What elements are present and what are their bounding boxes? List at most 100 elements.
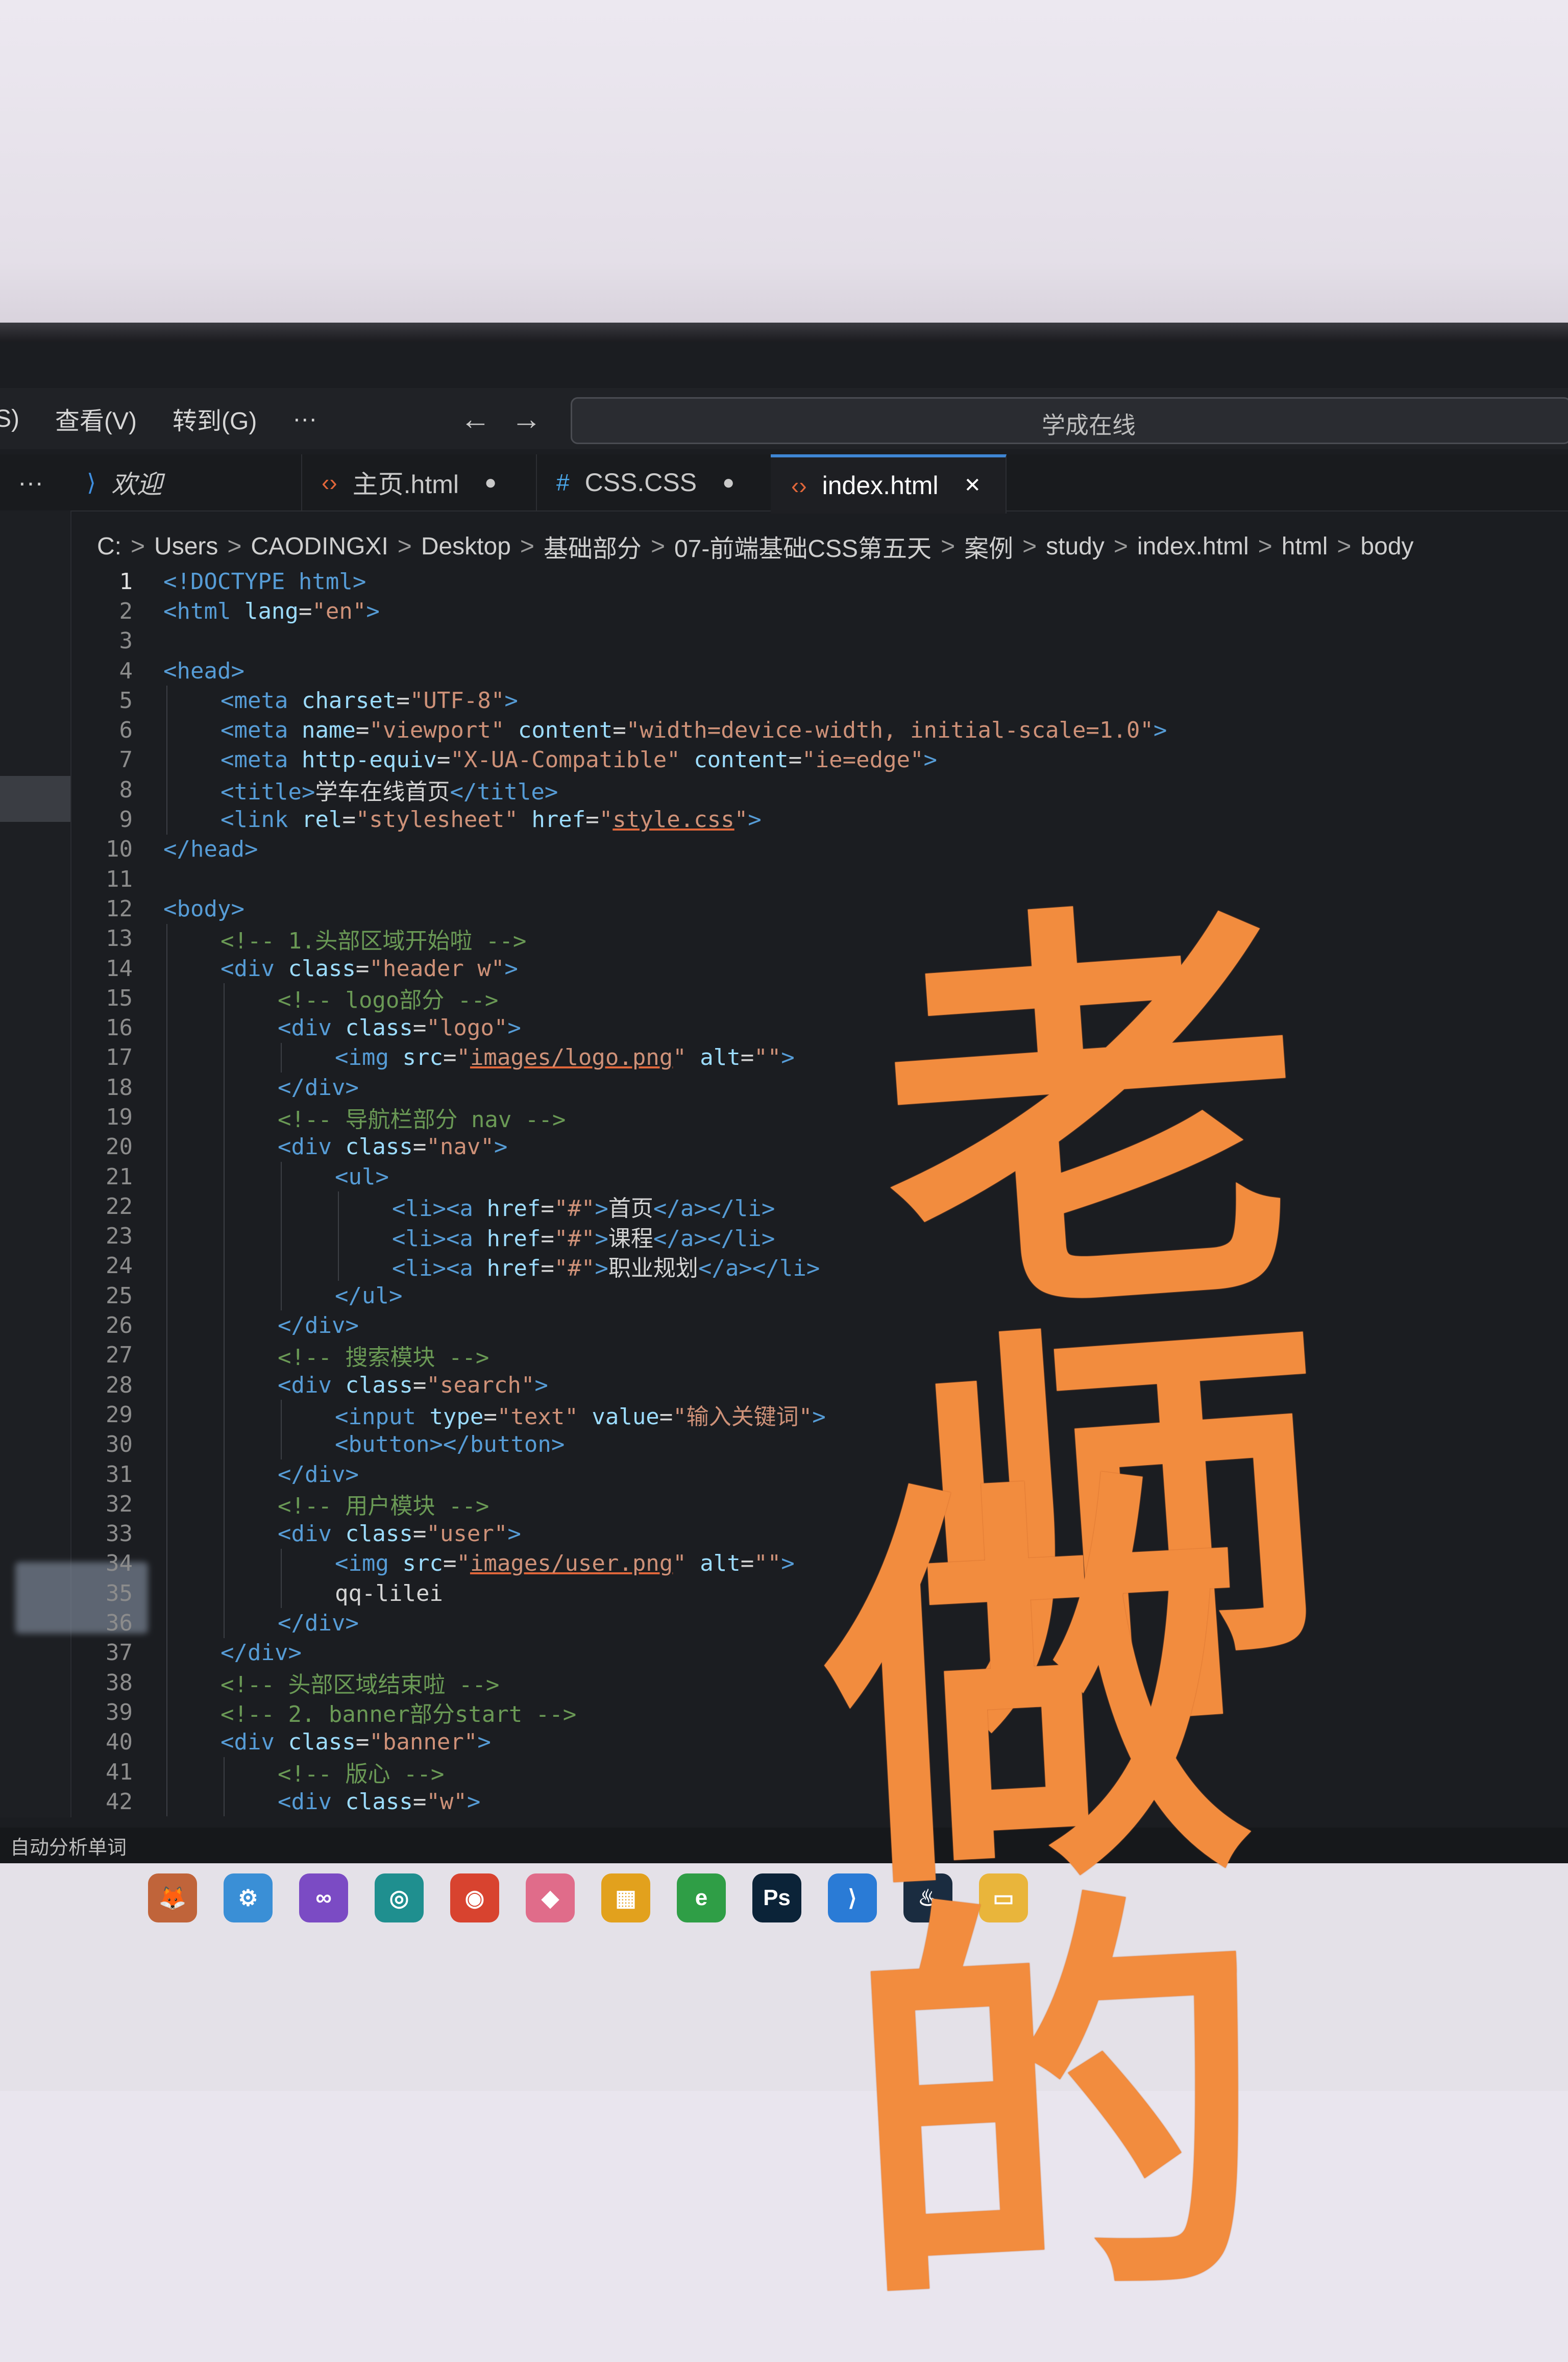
code-token: > [781, 1550, 795, 1577]
code-line[interactable]: 4 <head> [77, 656, 1557, 686]
indent-guide [281, 1578, 282, 1609]
forward-arrow-icon[interactable]: → [511, 401, 542, 436]
code-token: </div> [278, 1610, 359, 1637]
back-arrow-icon[interactable]: ← [460, 401, 491, 436]
code-token: = [483, 1404, 497, 1430]
line-number: 29 [106, 1401, 133, 1428]
grid-app-icon[interactable]: ▦ [601, 1873, 650, 1922]
code-text: <li><a href="#">职业规划</a></li> [163, 1250, 820, 1282]
menu-item-view[interactable]: 查看(V) [55, 401, 137, 436]
code-token: alt [700, 1550, 741, 1577]
breadcrumb-item[interactable]: Desktop [421, 532, 511, 561]
breadcrumb-item[interactable]: CAODINGXI [251, 532, 388, 561]
breadcrumb-item[interactable]: 案例 [964, 528, 1013, 564]
tab-css[interactable]: # CSS.CSS ● [536, 454, 772, 510]
unsaved-dot-icon[interactable]: ● [484, 471, 497, 494]
code-token: "stylesheet" [355, 807, 532, 833]
code-line[interactable]: 7 <meta http-equiv="X-UA-Compatible" cont… [77, 745, 1557, 775]
code-token: charset [301, 687, 397, 714]
command-center-search[interactable]: 学成在线 [571, 397, 1568, 444]
menu-item-partial[interactable]: S) [0, 405, 19, 433]
code-line[interactable]: 9 <link rel="stylesheet" href="style.css"… [77, 805, 1557, 835]
breadcrumb-item[interactable]: C: [97, 532, 121, 561]
line-number: 16 [106, 1015, 133, 1041]
code-line[interactable]: 2 <html lang="en"> [77, 596, 1557, 626]
code-text: <meta name="viewport" content="width=dev… [163, 717, 1167, 743]
line-number: 19 [106, 1104, 133, 1130]
code-token: "nav" [426, 1134, 494, 1160]
breadcrumb-item[interactable]: html [1282, 532, 1328, 561]
code-token: content [694, 747, 789, 773]
tab-overflow-button[interactable]: ··· [0, 454, 61, 510]
monitor-bezel [0, 323, 1568, 343]
code-token: <head> [163, 658, 244, 684]
code-token: = [788, 747, 802, 773]
status-text: 自动分析单词 [10, 1837, 127, 1859]
photoshop-icon[interactable]: Ps [752, 1873, 801, 1922]
breadcrumb-item[interactable]: 07-前端基础CSS第五天 [674, 528, 932, 564]
code-line[interactable]: 11 [77, 864, 1557, 894]
code-token: > [923, 747, 938, 773]
menu-more-button[interactable]: ··· [292, 405, 317, 433]
code-text: <link rel="stylesheet" href="style.css"> [163, 807, 762, 833]
line-number: 2 [119, 598, 133, 624]
activity-bar [0, 510, 148, 1817]
menu-item-goto[interactable]: 转到(G) [173, 401, 257, 436]
code-token: <div [278, 1015, 346, 1041]
code-token: > [1153, 717, 1167, 744]
code-token: = [412, 1372, 427, 1398]
code-line[interactable]: 5 <meta charset="UTF-8"> [77, 686, 1557, 716]
code-text: <div class="w"> [163, 1789, 480, 1815]
code-token: name [301, 717, 356, 744]
code-line[interactable]: 1 <!DOCTYPE html> [77, 567, 1557, 596]
code-token: = [541, 1196, 554, 1222]
line-number: 21 [106, 1163, 133, 1190]
code-line[interactable]: 8 <title>学车在线首页</title> [77, 775, 1557, 805]
code-line[interactable]: 3 [77, 626, 1557, 656]
chrome-icon[interactable]: ◉ [450, 1873, 499, 1922]
breadcrumb-item[interactable]: 基础部分 [544, 528, 642, 564]
code-token: src [402, 1044, 443, 1071]
settings-icon[interactable]: ⚙ [224, 1873, 273, 1922]
code-token: <!-- 搜索模块 --> [278, 1344, 489, 1371]
code-token: "width=device-width, initial-scale=1.0" [626, 717, 1154, 744]
code-token: <!-- logo部分 --> [278, 987, 499, 1014]
code-token: "X-UA-Compatible" [450, 747, 694, 773]
tab-welcome[interactable]: ⟩ 欢迎 [66, 454, 302, 510]
code-line[interactable]: 10 </head> [77, 835, 1557, 864]
code-text: <div class="logo"> [163, 1015, 521, 1041]
breadcrumb-item[interactable]: index.html [1137, 532, 1249, 561]
indent-guide [224, 1370, 225, 1400]
indent-guide [224, 1042, 225, 1073]
code-token: http-equiv [301, 747, 437, 773]
code-token: "ie=edge" [802, 747, 924, 773]
breadcrumb-item[interactable]: Users [154, 532, 218, 561]
indent-guide [281, 1251, 282, 1281]
line-number: 18 [106, 1074, 133, 1101]
code-token: class [345, 1372, 413, 1398]
tab-index-html[interactable]: ‹› index.html ✕ [771, 454, 1007, 514]
close-icon[interactable]: ✕ [964, 474, 982, 497]
code-token: = [298, 598, 312, 624]
breadcrumb-item[interactable]: study [1046, 532, 1105, 561]
circle-app-icon[interactable]: ◎ [375, 1873, 424, 1922]
diamond-app-icon[interactable]: ◆ [526, 1873, 575, 1922]
indent-guide [338, 1221, 339, 1251]
indent-guide [166, 1608, 167, 1638]
code-token: = [659, 1404, 673, 1430]
code-text: <head> [163, 658, 244, 684]
line-number: 14 [106, 955, 133, 982]
indent-guide [166, 1251, 167, 1281]
code-token: type [429, 1404, 484, 1430]
ie-icon[interactable]: e [677, 1873, 726, 1922]
indent-guide [166, 1221, 167, 1251]
line-number: 7 [119, 747, 133, 773]
app-icon[interactable]: 🦊 [148, 1873, 197, 1922]
breadcrumb-item[interactable]: body [1360, 532, 1413, 561]
indent-guide [166, 775, 167, 805]
visual-studio-icon[interactable]: ∞ [299, 1873, 348, 1922]
unsaved-dot-icon[interactable]: ● [722, 471, 734, 494]
tab-home-html[interactable]: ‹› 主页.html ● [301, 454, 537, 510]
code-line[interactable]: 6 <meta name="viewport" content="width=de… [77, 715, 1557, 745]
indent-guide [166, 745, 167, 775]
